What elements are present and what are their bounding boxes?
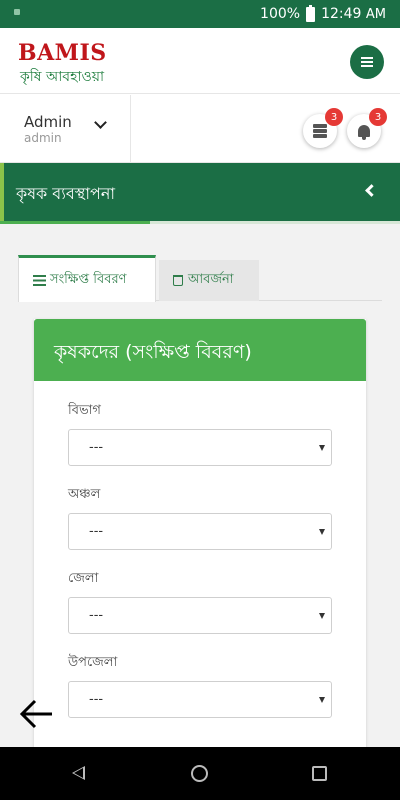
main-content: সংক্ষিপ্ত বিবরণ আবর্জনা কৃষকদের (সংক্ষিপ… (0, 224, 400, 747)
caret-down-icon (319, 613, 325, 619)
section-title: কৃষক ব্যবস্থাপনা (16, 184, 116, 203)
app-logo[interactable]: BAMIS (18, 40, 107, 66)
upazila-select[interactable]: --- (68, 681, 332, 718)
region-select[interactable]: --- (68, 513, 332, 550)
tab-bar: সংক্ষিপ্ত বিবরণ আবর্জনা (18, 255, 382, 302)
section-accent (0, 163, 4, 221)
upazila-label: উপজেলা (68, 655, 118, 670)
district-label: জেলা (68, 571, 99, 586)
system-nav-bar (0, 747, 400, 800)
battery-icon (306, 4, 316, 22)
tab-summary[interactable]: সংক্ষিপ্ত বিবরণ (18, 255, 156, 302)
district-select[interactable]: --- (68, 597, 332, 634)
arrow-left-icon[interactable] (18, 695, 56, 733)
upazila-value: --- (89, 692, 104, 707)
server-badge: 3 (325, 108, 343, 126)
division-select[interactable]: --- (68, 429, 332, 466)
card-header: কৃষকদের (সংক্ষিপ্ত বিবরণ) (34, 319, 366, 381)
notification-dot-icon (14, 9, 20, 15)
server-button[interactable]: 3 (303, 108, 343, 148)
caret-down-icon (319, 445, 325, 451)
region-label: অঞ্চল (68, 487, 101, 502)
home-circle-icon[interactable] (191, 765, 208, 782)
tab-trash[interactable]: আবর্জনা (159, 260, 259, 301)
summary-card: কৃষকদের (সংক্ষিপ্ত বিবরণ) বিভাগ --- অঞ্চ… (34, 319, 366, 747)
battery-percent: 100% (260, 6, 301, 22)
bell-icon (358, 125, 370, 140)
notifications-badge: 3 (369, 108, 387, 126)
section-header: কৃষক ব্যবস্থাপনা (0, 163, 400, 221)
app-header: BAMIS কৃষি আবহাওয়া (0, 28, 400, 94)
caret-down-icon (319, 529, 325, 535)
card-title: কৃষকদের (সংক্ষিপ্ত বিবরণ) (54, 341, 252, 363)
divider (130, 95, 131, 163)
menu-button[interactable] (350, 45, 384, 79)
back-triangle-icon[interactable] (72, 766, 85, 780)
user-bar: Admin admin 3 3 (0, 95, 400, 163)
list-icon (33, 274, 46, 286)
clock-time: 12:49 (321, 6, 362, 22)
division-value: --- (89, 440, 104, 455)
status-bar: 100% 12:49 AM (0, 0, 400, 28)
district-value: --- (89, 608, 104, 623)
chevron-down-icon[interactable] (94, 116, 107, 129)
app-subtitle: কৃষি আবহাওয়া (20, 69, 105, 85)
tab-trash-label: আবর্জনা (188, 272, 234, 287)
user-name: Admin (24, 113, 72, 131)
region-value: --- (89, 524, 104, 539)
division-label: বিভাগ (68, 403, 101, 418)
chevron-left-icon[interactable] (365, 184, 378, 197)
clock-ampm: AM (365, 6, 386, 22)
hamburger-icon (361, 61, 373, 63)
notifications-button[interactable]: 3 (347, 108, 387, 148)
user-role: admin (24, 131, 62, 145)
tab-summary-label: সংক্ষিপ্ত বিবরণ (50, 271, 127, 287)
recents-square-icon[interactable] (312, 766, 327, 781)
server-icon (313, 123, 327, 139)
trash-icon (173, 275, 183, 286)
caret-down-icon (319, 697, 325, 703)
